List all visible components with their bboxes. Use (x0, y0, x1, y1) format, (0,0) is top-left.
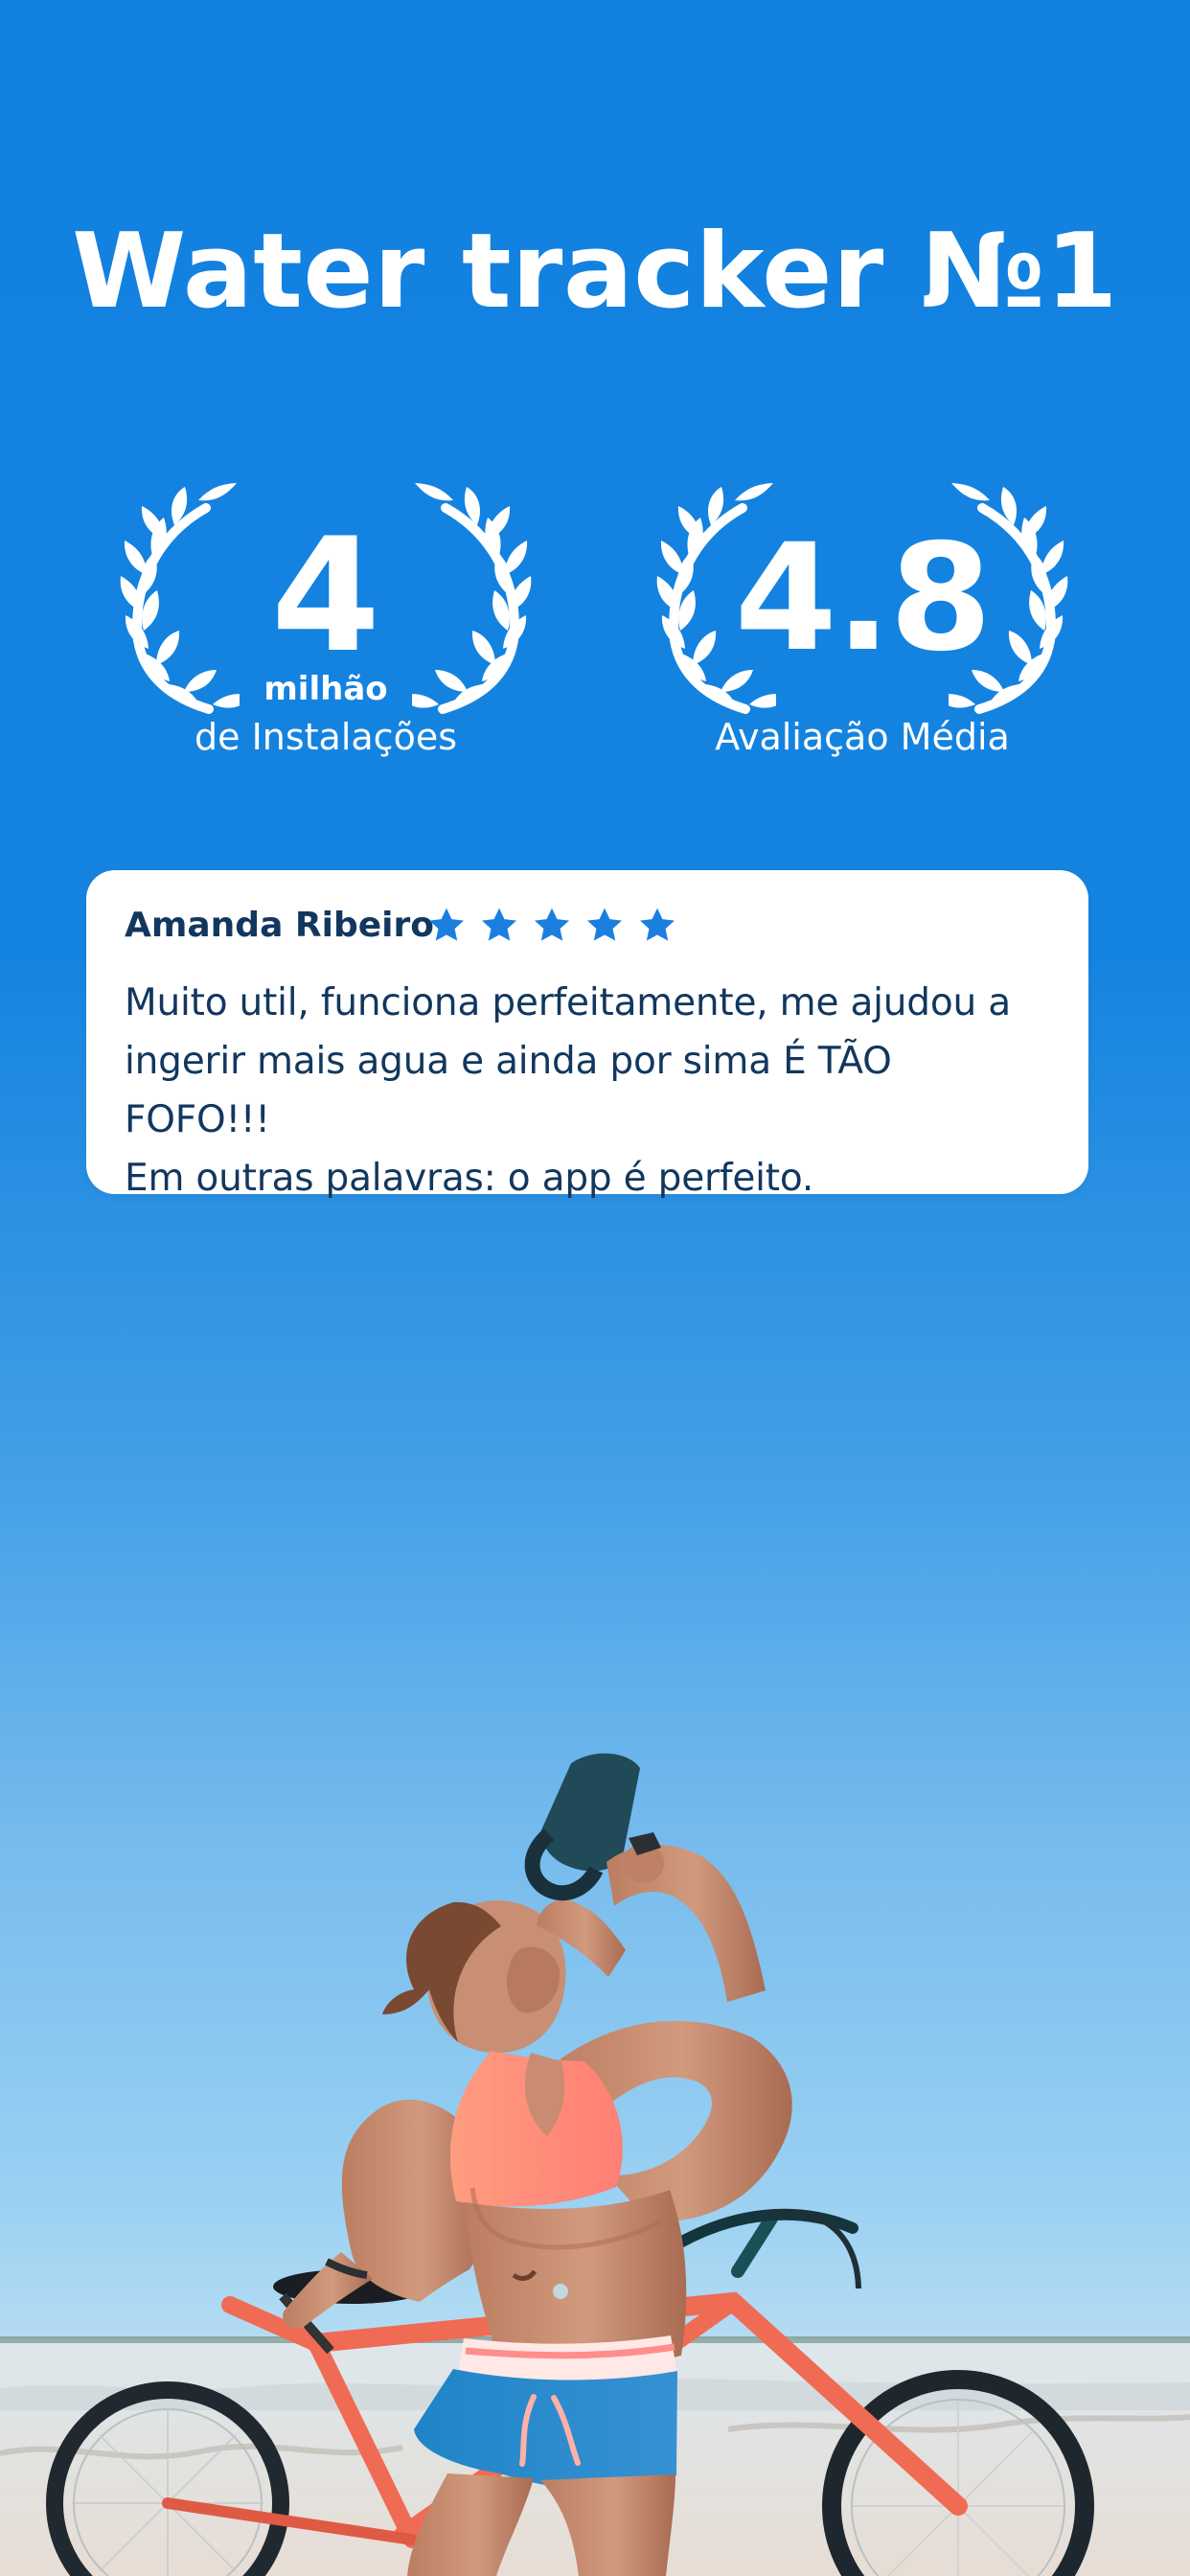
star-icon (586, 908, 623, 941)
installs-caption: de Instalações (194, 716, 457, 758)
star-icon (428, 908, 465, 941)
rating-stat: 4.8 Avaliação Média (652, 479, 1073, 767)
installs-stat: 4 milhão de Instalações (115, 479, 537, 767)
review-card: Amanda Ribeiro Muito util, funciona perf… (86, 870, 1088, 1200)
installs-unit: milhão (263, 670, 388, 708)
headline: Water tracker №1 (72, 212, 1118, 332)
review-body: Muito util, funciona perfeitamente, me a… (125, 974, 1044, 1208)
review-text-line: ingerir mais agua e ainda por sima É TÃO… (125, 1040, 892, 1141)
review-text-line: Em outras palavras: o app é perfeito. (125, 1157, 814, 1200)
star-icon (481, 908, 517, 941)
installs-value: 4 (270, 504, 381, 687)
app-store-screenshot: Water tracker №1 4 milhão de Instalações… (0, 0, 1190, 2576)
rating-value: 4.8 (734, 513, 993, 684)
review-rating-stars (426, 906, 677, 946)
review-author: Amanda Ribeiro (125, 906, 434, 945)
rating-caption: Avaliação Média (715, 716, 1010, 758)
review-text-line: Muito util, funciona perfeitamente, me a… (125, 981, 1011, 1024)
woman-drinking-water-photo (0, 1753, 1190, 2576)
star-icon (534, 908, 570, 941)
star-icon (639, 908, 675, 941)
